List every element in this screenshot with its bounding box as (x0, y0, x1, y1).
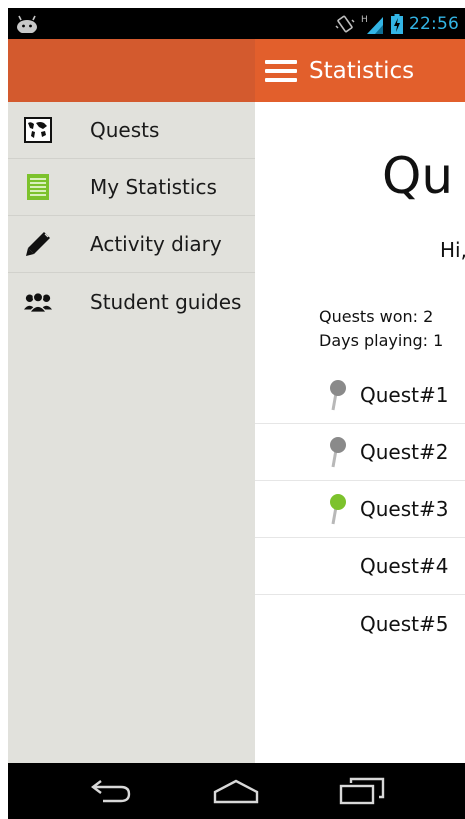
quests-won-text: Quests won: 2 (319, 307, 434, 326)
world-map-icon (24, 116, 52, 144)
drawer-item-quests[interactable]: Quests (8, 102, 255, 159)
quest-row-2[interactable]: Quest#2 (255, 424, 465, 481)
quest-list: Quest#1 Quest#2 Quest#3 Quest#4 Quest#5 (255, 367, 465, 652)
drawer-item-activity-diary[interactable]: Activity diary (8, 216, 255, 273)
recent-apps-icon (339, 777, 385, 805)
quest-row-4[interactable]: Quest#4 (255, 538, 465, 595)
map-pin-icon (330, 437, 346, 468)
signal-icon: H (361, 15, 383, 34)
main-panel: Statistics Qu Hi, Quests won: 2 Days pla… (255, 39, 465, 763)
action-bar: Statistics (255, 39, 465, 102)
notepad-icon (24, 173, 52, 201)
map-pin-icon (330, 380, 346, 411)
stats-summary: Quests won: 2 Days playing: 1 (319, 305, 443, 353)
drawer-header (8, 39, 255, 102)
quest-row-3[interactable]: Quest#3 (255, 481, 465, 538)
drawer-item-label: My Statistics (90, 175, 217, 199)
quest-label: Quest#3 (360, 497, 449, 521)
drawer-item-label: Activity diary (90, 232, 222, 256)
status-time: 22:56 (409, 14, 459, 34)
drawer-item-label: Student guides (90, 289, 242, 314)
back-icon (90, 780, 131, 803)
network-type-label: H (361, 15, 368, 25)
back-button[interactable] (81, 771, 141, 811)
navigation-drawer: Quests My Statistics Activity diary Stud… (8, 39, 255, 763)
drawer-item-student-guides[interactable]: Student guides (8, 273, 255, 330)
action-bar-title: Statistics (309, 57, 415, 84)
group-people-icon (24, 288, 52, 316)
drawer-item-my-statistics[interactable]: My Statistics (8, 159, 255, 216)
recent-apps-button[interactable] (332, 771, 392, 811)
quest-label: Quest#4 (360, 554, 449, 578)
home-icon (214, 779, 259, 804)
status-bar: H 22:56 (8, 8, 465, 39)
map-pin-icon (330, 494, 346, 525)
vibrate-icon (335, 15, 355, 33)
quest-label: Quest#1 (360, 383, 449, 407)
page-title: Qu (382, 147, 454, 205)
drawer-item-label: Quests (90, 118, 160, 142)
hamburger-menu-icon[interactable] (265, 59, 297, 82)
home-button[interactable] (206, 771, 266, 811)
system-nav-bar (8, 763, 465, 819)
pencil-icon (24, 230, 52, 258)
quest-row-1[interactable]: Quest#1 (255, 367, 465, 424)
quest-label: Quest#2 (360, 440, 449, 464)
content-area: Statistics Qu Hi, Quests won: 2 Days pla… (8, 39, 465, 763)
phone-screen: H 22:56 Statistics Qu Hi, Quests won: 2 … (8, 8, 465, 819)
android-icon (17, 15, 37, 33)
battery-charging-icon (391, 14, 403, 34)
days-playing-text: Days playing: 1 (319, 331, 444, 350)
quest-row-5[interactable]: Quest#5 (255, 595, 465, 652)
greeting-text: Hi, (440, 238, 465, 262)
quest-label: Quest#5 (360, 611, 449, 636)
